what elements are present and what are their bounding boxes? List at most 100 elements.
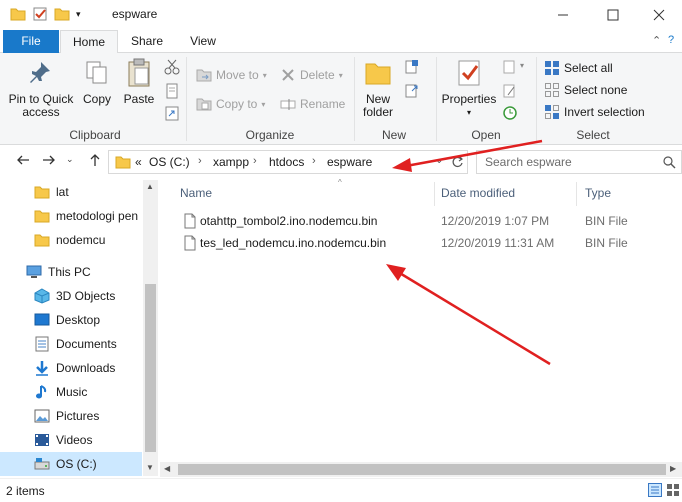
rename-button[interactable]: Rename [280, 94, 345, 114]
recent-locations-chevron-icon[interactable]: ⌄ [66, 154, 74, 165]
breadcrumb-overflow[interactable]: « [135, 155, 142, 169]
item-count: 2 items [6, 484, 45, 498]
minimize-button[interactable] [540, 0, 586, 30]
nav-item-documents[interactable]: Documents [0, 332, 142, 356]
paste-shortcut-icon[interactable] [164, 105, 180, 121]
history-icon[interactable] [502, 105, 518, 121]
nav-item-desktop[interactable]: Desktop [0, 308, 142, 332]
up-arrow-icon[interactable] [88, 153, 102, 170]
edit-icon[interactable] [502, 83, 518, 99]
nav-item-os-c[interactable]: OS (C:) [0, 452, 142, 476]
select-none-icon [544, 82, 560, 98]
title-bar: ▾ espware [0, 0, 682, 30]
scroll-up-icon[interactable]: ▲ [146, 182, 154, 191]
column-header-name[interactable]: Name [180, 186, 212, 200]
properties-quick-access-icon[interactable] [32, 7, 48, 21]
sort-chevron-icon: ^ [338, 178, 342, 187]
rename-label: Rename [300, 97, 346, 111]
tab-file[interactable]: File [3, 30, 59, 53]
delete-chevron-icon: ▾ [338, 70, 343, 80]
paste-button[interactable]: Paste [120, 57, 158, 106]
tab-home[interactable]: Home [60, 30, 118, 54]
pin-to-quick-access-button[interactable]: Pin to Quick access [6, 57, 76, 119]
copy-button[interactable]: Copy [80, 57, 114, 106]
address-history-chevron-icon[interactable]: ⌄ [435, 155, 443, 166]
close-button[interactable] [636, 0, 682, 30]
cut-icon[interactable] [164, 59, 180, 75]
properties-icon [453, 57, 485, 89]
address-bar[interactable]: « OS (C:) › xampp › htdocs › espware ⌄ [108, 150, 468, 174]
status-bar: 2 items [0, 478, 682, 502]
file-name: tes_led_nodemcu.ino.nodemcu.bin [200, 236, 387, 250]
breadcrumb-separator-icon[interactable]: › [312, 155, 316, 167]
new-item-icon[interactable] [404, 59, 420, 75]
breadcrumb-os-c[interactable]: OS (C:) [149, 155, 190, 169]
select-none-button[interactable]: Select none [544, 80, 627, 100]
nav-item-lat[interactable]: lat [0, 180, 142, 204]
music-icon [34, 384, 50, 400]
easy-access-icon[interactable] [404, 83, 420, 99]
copy-to-button[interactable]: Copy to ▾ [196, 94, 265, 114]
customize-quick-access-chevron-icon[interactable]: ▾ [76, 9, 92, 23]
nav-item-metodologi[interactable]: metodologi pen [0, 204, 142, 228]
new-folder-button[interactable]: New folder [358, 57, 398, 119]
back-arrow-icon[interactable] [16, 153, 30, 170]
search-input[interactable]: Search espware [476, 150, 682, 174]
properties-button[interactable]: Properties ▾ [440, 57, 498, 119]
select-all-icon [544, 60, 560, 76]
new-folder-quick-access-icon[interactable] [54, 7, 70, 21]
tab-view[interactable]: View [178, 30, 228, 53]
open-icon[interactable] [502, 59, 518, 75]
file-type: BIN File [585, 214, 628, 228]
help-icon[interactable]: ? [668, 34, 674, 46]
nav-item-videos[interactable]: Videos [0, 428, 142, 452]
tab-share[interactable]: Share [122, 30, 172, 53]
file-row[interactable]: otahttp_tombol2.ino.nodemcu.bin 12/20/20… [180, 210, 680, 232]
refresh-icon[interactable] [451, 155, 464, 172]
group-divider [354, 57, 355, 141]
properties-label: Properties [441, 92, 497, 106]
breadcrumb-separator-icon[interactable]: › [253, 155, 257, 167]
scroll-left-icon[interactable]: ◀ [164, 464, 170, 473]
select-all-label: Select all [564, 61, 613, 75]
breadcrumb-espware[interactable]: espware [327, 155, 372, 169]
invert-selection-button[interactable]: Invert selection [544, 102, 645, 122]
select-all-button[interactable]: Select all [544, 58, 613, 78]
column-header-date-modified[interactable]: Date modified [441, 186, 515, 200]
scroll-right-icon[interactable]: ▶ [670, 464, 676, 473]
nav-pane-scroll-thumb[interactable] [145, 284, 156, 452]
column-divider[interactable] [434, 182, 435, 206]
scroll-down-icon[interactable]: ▼ [146, 463, 154, 472]
column-header-type[interactable]: Type [585, 186, 611, 200]
nav-item-label: nodemcu [56, 233, 106, 247]
nav-item-downloads[interactable]: Downloads [0, 356, 142, 380]
horizontal-scroll-thumb[interactable] [178, 464, 666, 475]
open-chevron-icon[interactable]: ▾ [520, 61, 524, 70]
nav-item-nodemcu[interactable]: nodemcu [0, 228, 142, 252]
nav-item-label: Videos [56, 433, 93, 447]
move-to-chevron-icon: ▾ [262, 70, 267, 80]
expand-ribbon-chevron-icon[interactable]: ⌃ [652, 34, 661, 47]
nav-pane-scrollbar[interactable]: ▲ ▼ [143, 180, 158, 476]
computer-icon [26, 264, 42, 280]
nav-item-3d-objects[interactable]: 3D Objects [0, 284, 142, 308]
nav-item-this-pc[interactable]: This PC [0, 260, 142, 284]
breadcrumb-xampp[interactable]: xampp [213, 155, 249, 169]
forward-arrow-icon[interactable] [42, 153, 56, 170]
copy-path-icon[interactable] [164, 83, 180, 99]
file-list-horizontal-scrollbar[interactable]: ◀ ▶ [160, 462, 682, 477]
large-icons-view-icon[interactable] [666, 483, 680, 500]
breadcrumb-htdocs[interactable]: htdocs [269, 155, 304, 169]
nav-item-pictures[interactable]: Pictures [0, 404, 142, 428]
column-divider[interactable] [576, 182, 577, 206]
breadcrumb-separator-icon[interactable]: › [198, 155, 202, 167]
3d-objects-icon [34, 288, 50, 304]
move-to-button[interactable]: Move to ▾ [196, 65, 267, 85]
details-view-icon[interactable] [648, 483, 662, 500]
file-row[interactable]: tes_led_nodemcu.ino.nodemcu.bin 12/20/20… [180, 232, 680, 254]
nav-item-music[interactable]: Music [0, 380, 142, 404]
file-icon [184, 235, 196, 254]
rename-icon [280, 96, 296, 112]
maximize-button[interactable] [590, 0, 636, 30]
delete-button[interactable]: Delete ▾ [280, 65, 343, 85]
